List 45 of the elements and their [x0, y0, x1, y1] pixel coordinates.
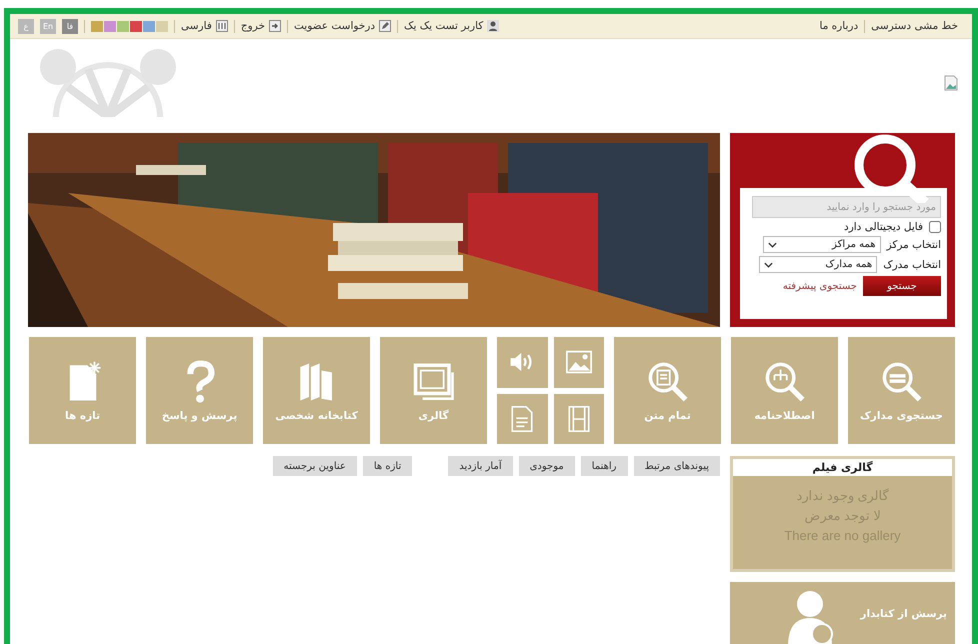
link-button[interactable]: تازه ها — [362, 456, 412, 476]
theme-swatch[interactable] — [156, 20, 168, 32]
link-button[interactable]: عناوین برجسته — [272, 456, 357, 476]
link-button[interactable]: آمار بازدید — [448, 456, 513, 476]
document-search-icon — [646, 360, 690, 404]
top-link[interactable]: کاربر تست یک یک — [404, 20, 500, 32]
book-search-icon — [880, 360, 924, 404]
select-label: انتخاب مدرک — [883, 258, 941, 270]
theme-swatch[interactable] — [143, 20, 155, 32]
chevron-down-icon — [768, 242, 777, 248]
top-link[interactable]: درباره ما — [820, 20, 858, 32]
media-tile[interactable] — [554, 394, 604, 444]
advanced-search-link[interactable]: جستجوی پیشرفته — [782, 280, 857, 292]
theme-swatch[interactable] — [104, 20, 116, 32]
top-link[interactable]: درخواست عضویت — [294, 20, 392, 32]
link-button[interactable]: موجودی — [518, 456, 575, 476]
theme-swatch[interactable] — [117, 20, 129, 32]
media-tile[interactable] — [497, 337, 548, 388]
media-tile[interactable] — [554, 337, 604, 388]
pencil-icon — [379, 20, 392, 32]
user-icon — [487, 20, 500, 32]
dropdown[interactable]: همه مراکز — [762, 236, 881, 253]
link-button[interactable]: پیوندهای مرتبط — [634, 456, 720, 476]
link-button[interactable]: راهنما — [580, 456, 628, 476]
theme-swatch[interactable] — [91, 20, 103, 32]
media-tile[interactable] — [497, 394, 548, 444]
film-icon — [566, 406, 592, 432]
broken-image-icon — [944, 75, 958, 91]
dropdown[interactable]: همه مدارک — [759, 256, 878, 273]
chevron-down-icon — [764, 262, 774, 268]
document-icon — [509, 406, 536, 432]
theme-swatch[interactable] — [130, 20, 142, 32]
image-icon — [566, 349, 592, 376]
exit-icon — [268, 20, 281, 32]
digital-file-checkbox[interactable] — [929, 221, 941, 233]
checkbox-label: فایل دیجیتالی دارد — [844, 221, 923, 233]
hierarchy-search-icon — [762, 360, 806, 404]
top-link[interactable]: خروج — [240, 20, 281, 32]
search-field[interactable]: مورد جستجو را وارد نمایید — [752, 196, 941, 218]
search-button[interactable]: جستجو — [863, 276, 941, 296]
select-label: انتخاب مرکز — [886, 238, 941, 250]
panel-title: گالری فیلم — [733, 459, 952, 476]
top-link[interactable]: خط مشی دسترسی — [871, 20, 958, 32]
top-link[interactable]: فارسی — [181, 20, 228, 32]
grid-icon — [216, 20, 228, 32]
